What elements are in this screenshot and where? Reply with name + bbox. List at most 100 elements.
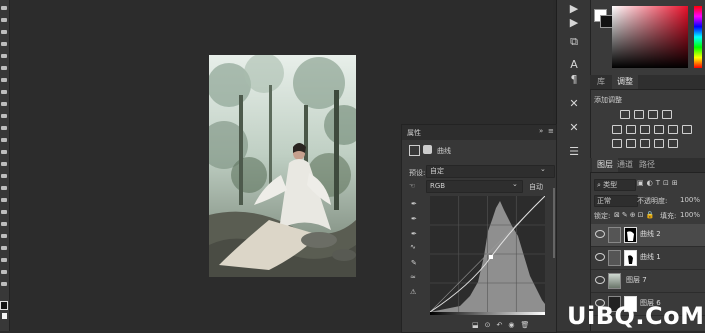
fill-value[interactable]: 100% [680,211,700,219]
pencil-icon[interactable]: ✎ [411,259,417,267]
hand-tool-icon[interactable] [1,222,7,226]
visibility-eye-icon[interactable] [595,230,605,238]
edit-toolbar-icon[interactable] [1,246,7,250]
paragraph-icon[interactable]: ¶ [566,73,582,87]
tools-toolbar [0,0,10,331]
curves-adjustment-icon [608,250,621,266]
layer-row[interactable]: 曲线 1 [591,247,705,270]
marquee-tool-icon[interactable] [1,18,7,22]
eyedropper-white-icon[interactable]: ✒ [411,230,417,238]
curve-control-point[interactable] [489,255,493,259]
gradient-map-icon[interactable] [654,139,664,148]
layer-row[interactable]: 曲线 2 [591,224,705,247]
tool-preset-icon[interactable]: ✕ [566,121,582,135]
zoom-tool-icon[interactable] [1,234,7,238]
layer-thumbnail [608,273,621,289]
mask-icon[interactable] [423,145,432,154]
pen-tool-icon[interactable] [1,174,7,178]
opacity-value[interactable]: 100% [680,196,700,204]
blend-mode-select[interactable]: 正常 [594,195,638,207]
curves-adjustment-icon [608,227,621,243]
play-icon[interactable]: ▶ [566,16,582,30]
blur-tool-icon[interactable] [1,150,7,154]
path-select-tool-icon[interactable] [1,198,7,202]
healing-tool-icon[interactable] [1,78,7,82]
brightness-icon[interactable] [620,110,630,119]
move-tool-icon[interactable] [1,6,7,10]
smooth-curve-icon[interactable]: ≈ [410,273,416,281]
watermark-logo: UiBQ.CoM [567,302,705,330]
eyedropper-gray-icon[interactable]: ✒ [411,215,417,223]
curve-edit-icon[interactable]: ∿ [410,243,416,251]
layer-name: 图层 7 [626,276,647,284]
eraser-tool-icon[interactable] [1,126,7,130]
extra-tool-icon[interactable] [1,270,7,274]
posterize-icon[interactable] [626,139,636,148]
background-color-swatch[interactable] [2,313,7,319]
curves-graph[interactable] [429,195,546,313]
channel-mixer-icon[interactable] [682,125,692,134]
search-icon: ⌕ [597,181,601,189]
layer-filter-icons[interactable]: ▣◐T⊡⊞ [637,179,681,187]
hue-slider[interactable] [694,6,702,68]
color-field[interactable] [612,6,688,68]
auto-button[interactable]: 自动 [529,182,543,192]
layer-mask-thumbnail[interactable] [624,250,637,266]
warning-icon: ⚠ [410,288,417,296]
visibility-eye-icon[interactable] [595,276,605,284]
properties-title: 属性 [407,129,421,137]
lock-icons[interactable]: ⊠✎⊕⊡🔒 [614,211,656,219]
selective-color-icon[interactable] [668,139,678,148]
collapse-panel-icon[interactable]: » [539,127,543,135]
character-icon[interactable]: A [566,58,582,72]
opacity-label: 不透明度: [637,197,668,205]
hue-saturation-icon[interactable] [626,125,636,134]
curves-icon[interactable] [648,110,658,119]
exposure-icon[interactable] [662,110,672,119]
layer-mask-thumbnail[interactable] [624,227,637,243]
channel-select[interactable]: RGB [426,180,523,193]
layer-name: 曲线 2 [640,230,661,238]
eyedropper-black-icon[interactable]: ✒ [411,200,417,208]
shape-tool-icon[interactable] [1,210,7,214]
lasso-tool-icon[interactable] [1,30,7,34]
brush-tool-icon[interactable] [1,90,7,94]
layer-filter-select[interactable]: ⌕ 类型 [594,179,636,191]
properties-icon[interactable]: ☰ [566,145,582,159]
visibility-eye-icon[interactable] [595,253,605,261]
foreground-color-swatch[interactable] [0,301,8,310]
adjustment-name: 曲线 [437,147,451,155]
type-tool-icon[interactable] [1,186,7,190]
layer-row[interactable]: 图层 7 [591,270,705,293]
history-brush-tool-icon[interactable] [1,114,7,118]
tab-paths[interactable]: 路径 [634,158,660,172]
tab-libraries[interactable]: 库 [592,75,610,89]
tab-adjustments[interactable]: 调整 [612,75,638,89]
preset-select[interactable]: 自定 [426,165,555,178]
panel-scrollbar[interactable] [553,188,555,258]
panel-menu-icon[interactable]: ≡ [548,127,554,135]
invert-icon[interactable] [612,139,622,148]
gradient-tool-icon[interactable] [1,138,7,142]
tool-preset-icon[interactable]: ✕ [566,97,582,111]
extra-tool-icon[interactable] [1,258,7,262]
extra-tool-icon[interactable] [1,282,7,286]
threshold-icon[interactable] [640,139,650,148]
preset-label: 预设: [409,169,426,177]
dodge-tool-icon[interactable] [1,162,7,166]
properties-title-bar: 属性 » ≡ [402,125,556,140]
color-balance-icon[interactable] [640,125,650,134]
levels-icon[interactable] [634,110,644,119]
vibrance-icon[interactable] [612,125,622,134]
magic-wand-tool-icon[interactable] [1,42,7,46]
eyedropper-tool-icon[interactable] [1,66,7,70]
play-icon[interactable]: ▶ [566,2,582,16]
target-adjust-icon[interactable]: ☜ [409,182,415,190]
clone-source-icon[interactable]: ⧉ [566,35,582,49]
panel-footer-icons[interactable]: ⬓⊙↶◉🗑 [472,321,535,329]
photo-filter-icon[interactable] [668,125,678,134]
black-white-icon[interactable] [654,125,664,134]
crop-tool-icon[interactable] [1,54,7,58]
canvas-photo [209,55,356,277]
stamp-tool-icon[interactable] [1,102,7,106]
